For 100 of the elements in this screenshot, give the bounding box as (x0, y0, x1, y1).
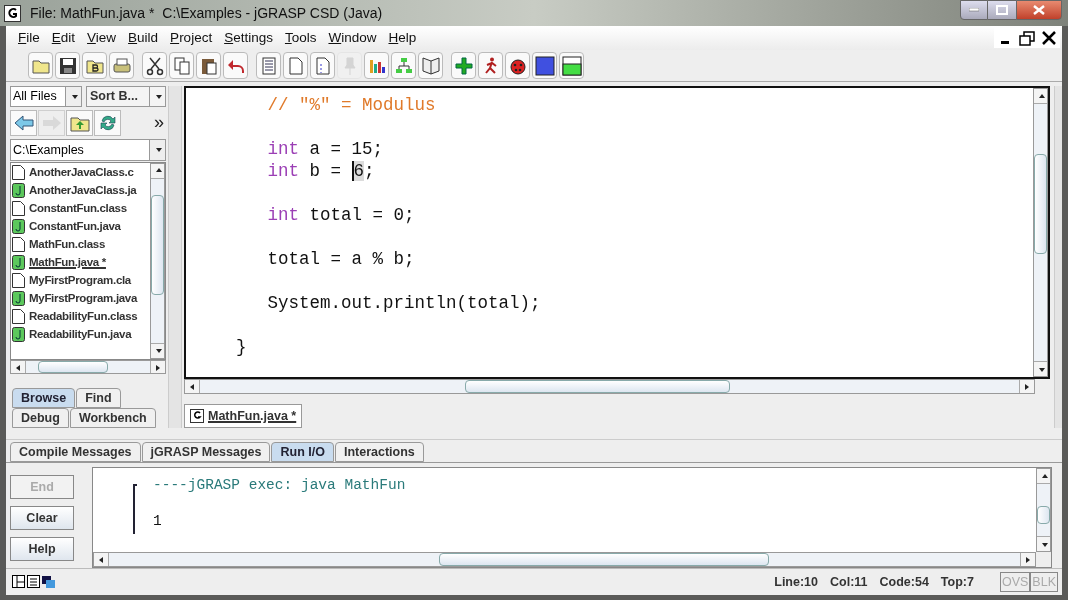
status-field: Line:10 (774, 572, 818, 592)
scroll-thumb[interactable] (439, 553, 769, 566)
close-icon (1033, 5, 1045, 15)
vertical-scrollbar[interactable] (1036, 468, 1051, 552)
browser-list-row[interactable]: ConstantFun.class (12, 199, 150, 218)
scroll-thumb[interactable] (1034, 154, 1047, 254)
status-flag: BLK (1030, 571, 1058, 593)
browser-list-row[interactable]: ReadabilityFun.java (12, 325, 150, 344)
menu-item[interactable]: Settings (218, 27, 279, 49)
menu-item[interactable]: View (81, 27, 123, 49)
browser-list-row[interactable]: ConstantFun.java (12, 217, 150, 236)
code-line: // "%" = Modulus (266, 94, 437, 116)
close-icon (1042, 31, 1056, 45)
message-tab[interactable]: jGRASP Messages (141, 442, 271, 462)
close-button[interactable] (1038, 28, 1060, 48)
vertical-scrollbar[interactable] (150, 162, 165, 359)
menu-item[interactable]: File (12, 27, 46, 49)
toolbar-button[interactable] (478, 52, 503, 79)
message-tab[interactable]: Compile Messages (10, 442, 141, 462)
java-file-icon (12, 183, 25, 199)
code-line: } (236, 336, 248, 358)
window-title: File: MathFun.java * C:\Examples - jGRASP CSD (Java) (30, 3, 383, 23)
plus-icon (453, 55, 474, 76)
maximize-button[interactable] (988, 0, 1016, 20)
toolbar-button[interactable] (196, 52, 221, 79)
scroll-thumb[interactable] (465, 380, 730, 393)
navigation-button[interactable] (66, 109, 93, 136)
horizontal-scrollbar[interactable] (184, 379, 1035, 394)
menu-item[interactable]: Build (122, 27, 165, 49)
copy-icon (171, 55, 192, 76)
scroll-right-icon (1024, 555, 1032, 564)
maximize-icon (996, 5, 1008, 15)
status-flag: OVS (999, 571, 1031, 593)
scroll-left-icon (14, 362, 22, 372)
minimize-button[interactable] (994, 28, 1016, 48)
menu-item[interactable]: Tools (278, 27, 323, 49)
status-field: Top:7 (940, 572, 974, 592)
layout-icons[interactable] (12, 575, 56, 589)
code-line: System.out.println(total); (266, 292, 542, 314)
browser-list-row[interactable]: AnotherJavaClass.c (12, 163, 150, 182)
toolbar-button[interactable] (559, 52, 584, 79)
book-icon (420, 55, 441, 76)
panel-tab[interactable]: Find (76, 388, 121, 408)
scroll-thumb[interactable] (38, 360, 108, 374)
restore-button[interactable] (1016, 28, 1038, 48)
run-output: ----jGRASP exec: java MathFun 1 (152, 476, 406, 531)
browser-list-row[interactable]: ReadabilityFun.class (12, 307, 150, 326)
message-tab[interactable]: Run I/O (271, 442, 334, 462)
scroll-thumb[interactable] (1037, 506, 1050, 524)
run-control-button[interactable]: Clear (10, 506, 74, 530)
code-line: int a = 15; (266, 138, 385, 160)
java-file-icon (12, 219, 25, 235)
scroll-thumb[interactable] (151, 194, 164, 295)
run-control-button[interactable]: Help (10, 537, 74, 561)
printer-icon (111, 55, 132, 76)
toolbar-button[interactable] (55, 52, 80, 79)
toolbar-button[interactable] (82, 52, 107, 79)
panel-tab[interactable]: Workbench (69, 408, 156, 428)
app-logo-icon (4, 4, 21, 22)
toolbar-button[interactable] (505, 52, 530, 79)
menu-item[interactable]: Project (164, 27, 219, 49)
toolbar-button[interactable] (142, 52, 167, 79)
path-combo[interactable]: C:\Examples (10, 139, 166, 161)
sort-dropdown[interactable]: Sort B... (86, 86, 166, 108)
navigation-button[interactable] (10, 109, 37, 136)
menu-item[interactable]: Help (382, 27, 423, 49)
java-file-icon (12, 255, 25, 271)
minimize-icon (1001, 41, 1009, 44)
browser-list-row[interactable]: MyFirstProgram.cla (12, 271, 150, 290)
menu-item[interactable]: Window (322, 27, 383, 49)
back-arrow-icon (12, 112, 35, 133)
toolbar-button[interactable] (532, 52, 557, 79)
vertical-scrollbar[interactable] (1033, 88, 1048, 377)
hierarchy-icon (393, 55, 414, 76)
scroll-left-icon (97, 555, 105, 564)
browser-list-row[interactable]: AnotherJavaClass.ja (12, 181, 150, 200)
browser-list-row[interactable]: MathFun.class (12, 235, 150, 254)
code-line: int b = 6; (266, 160, 376, 182)
message-tab[interactable]: Interactions (334, 442, 424, 462)
navigation-button[interactable] (94, 109, 121, 136)
horizontal-scrollbar[interactable] (93, 552, 1036, 567)
more-button[interactable]: » (154, 109, 164, 137)
minimize-icon (969, 8, 979, 12)
editor-tab[interactable]: MathFun.java * (184, 404, 303, 428)
filled-square-icon (534, 55, 555, 76)
filter-dropdown[interactable]: All Files (10, 86, 82, 108)
toolbar-button[interactable] (364, 52, 389, 79)
java-file-icon (12, 327, 25, 343)
scissors-icon (144, 55, 165, 76)
panel-tab[interactable]: Browse (12, 388, 76, 408)
code-line: total = a % b; (266, 248, 416, 270)
java-file-icon (12, 291, 25, 307)
save-icon (57, 55, 78, 76)
menu-item[interactable]: Edit (45, 27, 82, 49)
jgrasp-file-icon (190, 409, 204, 423)
output-bracket-icon (133, 484, 137, 534)
browser-list-row[interactable]: MyFirstProgram.java (12, 289, 150, 308)
toolbar-button[interactable] (418, 52, 443, 79)
browser-list-row[interactable]: MathFun.java * (12, 253, 150, 272)
panel-tab[interactable]: Debug (12, 408, 69, 428)
